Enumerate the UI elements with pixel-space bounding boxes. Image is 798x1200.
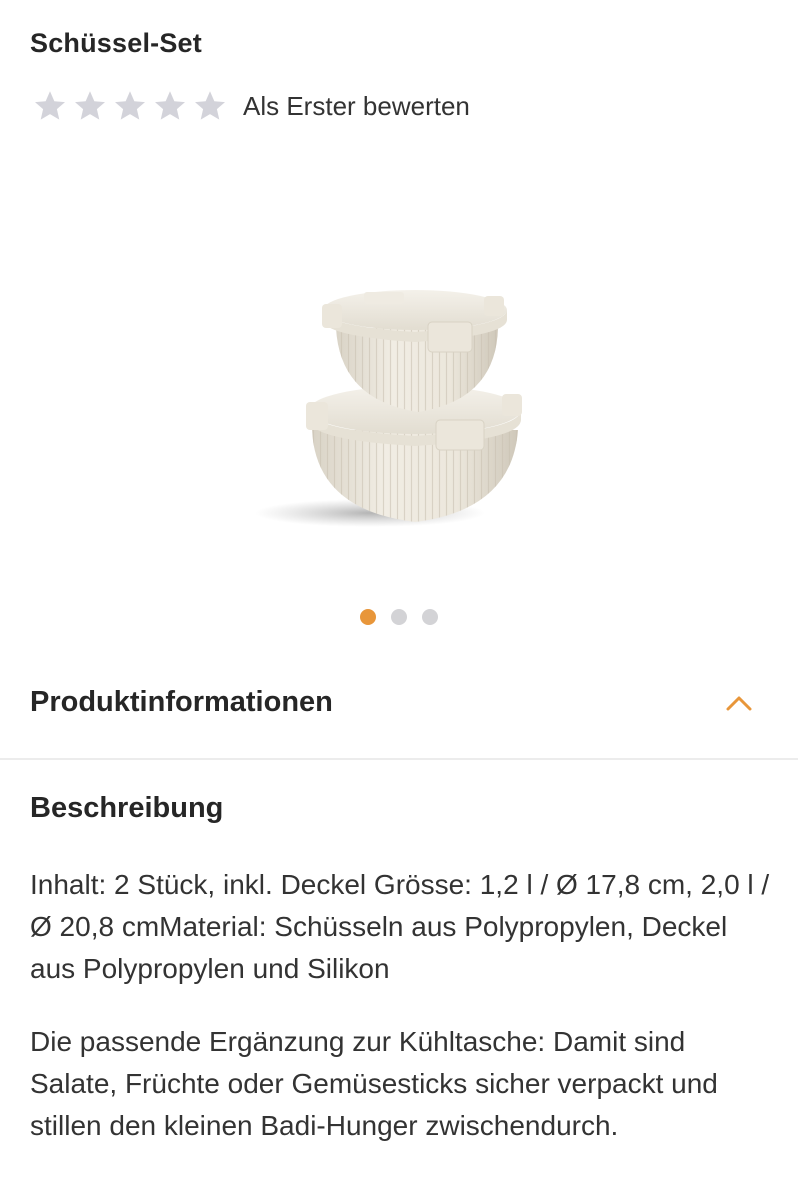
product-image[interactable] xyxy=(240,270,560,550)
description-paragraph: Die passende Ergänzung zur Kühltasche: D… xyxy=(30,1026,718,1141)
rate-first-link[interactable]: Als Erster bewerten xyxy=(243,91,470,122)
carousel-dot-1[interactable] xyxy=(360,609,376,625)
description-heading: Beschreibung xyxy=(30,792,224,824)
description-paragraph: Inhalt: 2 Stück, inkl. Deckel Grösse: 1,… xyxy=(30,869,770,984)
bowl-set-image xyxy=(255,290,522,527)
carousel-dot-3[interactable] xyxy=(422,609,438,625)
rating-row[interactable]: Als Erster bewerten xyxy=(32,88,470,124)
star-icon[interactable] xyxy=(72,88,108,124)
product-title: Schüssel-Set xyxy=(30,28,202,58)
star-icon[interactable] xyxy=(192,88,228,124)
star-icon[interactable] xyxy=(32,88,68,124)
product-info-accordion-header[interactable]: Produktinformationen xyxy=(0,660,798,760)
chevron-up-icon[interactable] xyxy=(724,692,754,714)
star-icon[interactable] xyxy=(152,88,188,124)
carousel-dot-2[interactable] xyxy=(391,609,407,625)
star-icon[interactable] xyxy=(112,88,148,124)
image-carousel-dots[interactable] xyxy=(360,609,438,625)
section-title: Produktinformationen xyxy=(30,686,333,718)
rating-stars[interactable] xyxy=(32,88,228,124)
